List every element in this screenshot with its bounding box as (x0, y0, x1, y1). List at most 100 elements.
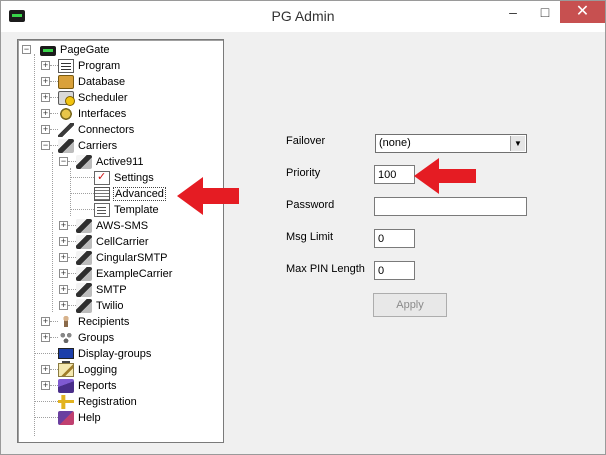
tree-item-label: Carriers (78, 139, 118, 152)
close-button[interactable]: ✕ (560, 1, 605, 23)
tree-item-label: Scheduler (78, 91, 128, 104)
tree-item-database[interactable]: Database (58, 74, 126, 89)
tree-item-recipients[interactable]: Recipients (58, 314, 130, 329)
tree-line (50, 65, 58, 66)
tree-item-reports[interactable]: Reports (58, 378, 118, 393)
tree-item-label: Reports (78, 379, 117, 392)
reports-expander[interactable]: + (41, 381, 50, 390)
tree-item-label: Recipients (78, 315, 130, 328)
tree-item-label: Logging (78, 363, 118, 376)
apply-button[interactable]: Apply (373, 293, 447, 317)
logging-expander[interactable]: + (41, 365, 50, 374)
cingularsmtp-expander[interactable]: + (59, 253, 68, 262)
satellite-icon (76, 298, 92, 313)
red-arrow-annotation-advanced (177, 177, 239, 215)
maximize-button[interactable]: □ (529, 1, 561, 23)
minimize-button[interactable]: – (497, 1, 529, 23)
tree-item-cellcarrier[interactable]: CellCarrier (76, 234, 150, 249)
tree-item-label: Advanced (113, 186, 166, 201)
password-input[interactable] (374, 197, 527, 216)
tree-item-label: Help (78, 411, 101, 424)
key-icon (58, 394, 74, 409)
clock-icon (58, 90, 75, 106)
tree-item-label: Groups (78, 331, 115, 344)
connectors-expander[interactable]: + (41, 125, 50, 134)
tree-line (35, 353, 58, 354)
tree-item-advanced[interactable]: Advanced (94, 186, 166, 201)
tree-item-label: Display-groups (78, 347, 152, 360)
tree-line (34, 54, 35, 436)
tree-line (50, 113, 58, 114)
root-expander[interactable]: − (22, 45, 31, 54)
tree-item-smtp[interactable]: SMTP (76, 282, 128, 297)
max-pin-length-input[interactable] (374, 261, 415, 280)
msg-limit-input[interactable] (374, 229, 415, 248)
carriers-expander[interactable]: − (41, 141, 50, 150)
tree-item-display-groups[interactable]: Display-groups (58, 346, 152, 363)
interfaces-expander[interactable]: + (41, 109, 50, 118)
failover-value: (none) (379, 137, 411, 149)
title-bar[interactable]: PG Admin – □ ✕ (1, 1, 605, 32)
tree-item-active911[interactable]: Active911 (76, 154, 145, 169)
tree-item-label: CellCarrier (96, 235, 149, 248)
tree-item-pagegate[interactable]: PageGate (40, 42, 111, 57)
tree-line (68, 161, 76, 162)
smtp-expander[interactable]: + (59, 285, 68, 294)
group-icon (58, 330, 74, 345)
tree-line (70, 209, 94, 210)
navigation-tree[interactable]: − PageGate + Program + Database + Schedu… (17, 39, 224, 443)
tree-item-scheduler[interactable]: Scheduler (58, 90, 129, 106)
monitor-icon (58, 348, 74, 363)
satellite-icon (76, 218, 92, 233)
tree-item-interfaces[interactable]: Interfaces (58, 106, 127, 121)
app-window: PG Admin – □ ✕ − PageGate + Program + Da… (0, 0, 606, 455)
examplecarrier-expander[interactable]: + (59, 269, 68, 278)
failover-select[interactable]: (none) ▼ (375, 134, 527, 153)
tree-item-examplecarrier[interactable]: ExampleCarrier (76, 266, 173, 281)
satellite-icon (58, 138, 74, 153)
groups-expander[interactable]: + (41, 333, 50, 342)
priority-label: Priority (286, 167, 321, 179)
database-expander[interactable]: + (41, 77, 50, 86)
tree-item-cingularsmtp[interactable]: CingularSMTP (76, 250, 169, 265)
failover-label: Failover (286, 135, 326, 147)
tree-item-label: Registration (78, 395, 137, 408)
satellite-icon (76, 250, 92, 265)
tree-item-aws-sms[interactable]: AWS-SMS (76, 218, 149, 233)
recipients-expander[interactable]: + (41, 317, 50, 326)
active911-expander[interactable]: − (59, 157, 68, 166)
tree-line (50, 81, 58, 82)
twilio-expander[interactable]: + (59, 301, 68, 310)
tree-item-label: Database (78, 75, 126, 88)
tree-item-help[interactable]: Help (58, 410, 102, 425)
template-icon (94, 202, 110, 217)
tree-item-label: ExampleCarrier (96, 267, 173, 280)
tree-item-settings[interactable]: Settings (94, 170, 155, 185)
program-expander[interactable]: + (41, 61, 50, 70)
grid-icon (94, 186, 110, 201)
tree-item-twilio[interactable]: Twilio (76, 298, 125, 313)
red-arrow-annotation-priority (414, 158, 476, 194)
tree-item-program[interactable]: Program (58, 58, 121, 73)
scheduler-expander[interactable]: + (41, 93, 50, 102)
tree-item-registration[interactable]: Registration (58, 394, 138, 409)
tree-item-carriers[interactable]: Carriers (58, 138, 118, 153)
tree-line (68, 257, 76, 258)
tree-line (50, 321, 58, 322)
connectors-icon (58, 122, 74, 137)
tree-line (50, 129, 58, 130)
tree-item-template[interactable]: Template (94, 202, 160, 217)
tree-line (70, 193, 94, 194)
checklist-icon (94, 170, 110, 185)
tree-line (52, 152, 53, 312)
tree-item-logging[interactable]: Logging (58, 362, 118, 377)
priority-input[interactable] (374, 165, 415, 184)
document-icon (58, 58, 74, 73)
cellcarrier-expander[interactable]: + (59, 237, 68, 246)
tree-line (68, 273, 76, 274)
aws-sms-expander[interactable]: + (59, 221, 68, 230)
tree-item-connectors[interactable]: Connectors (58, 122, 135, 137)
tree-item-groups[interactable]: Groups (58, 330, 115, 345)
msg-limit-label: Msg Limit (286, 231, 334, 243)
chevron-down-icon[interactable]: ▼ (510, 136, 525, 151)
